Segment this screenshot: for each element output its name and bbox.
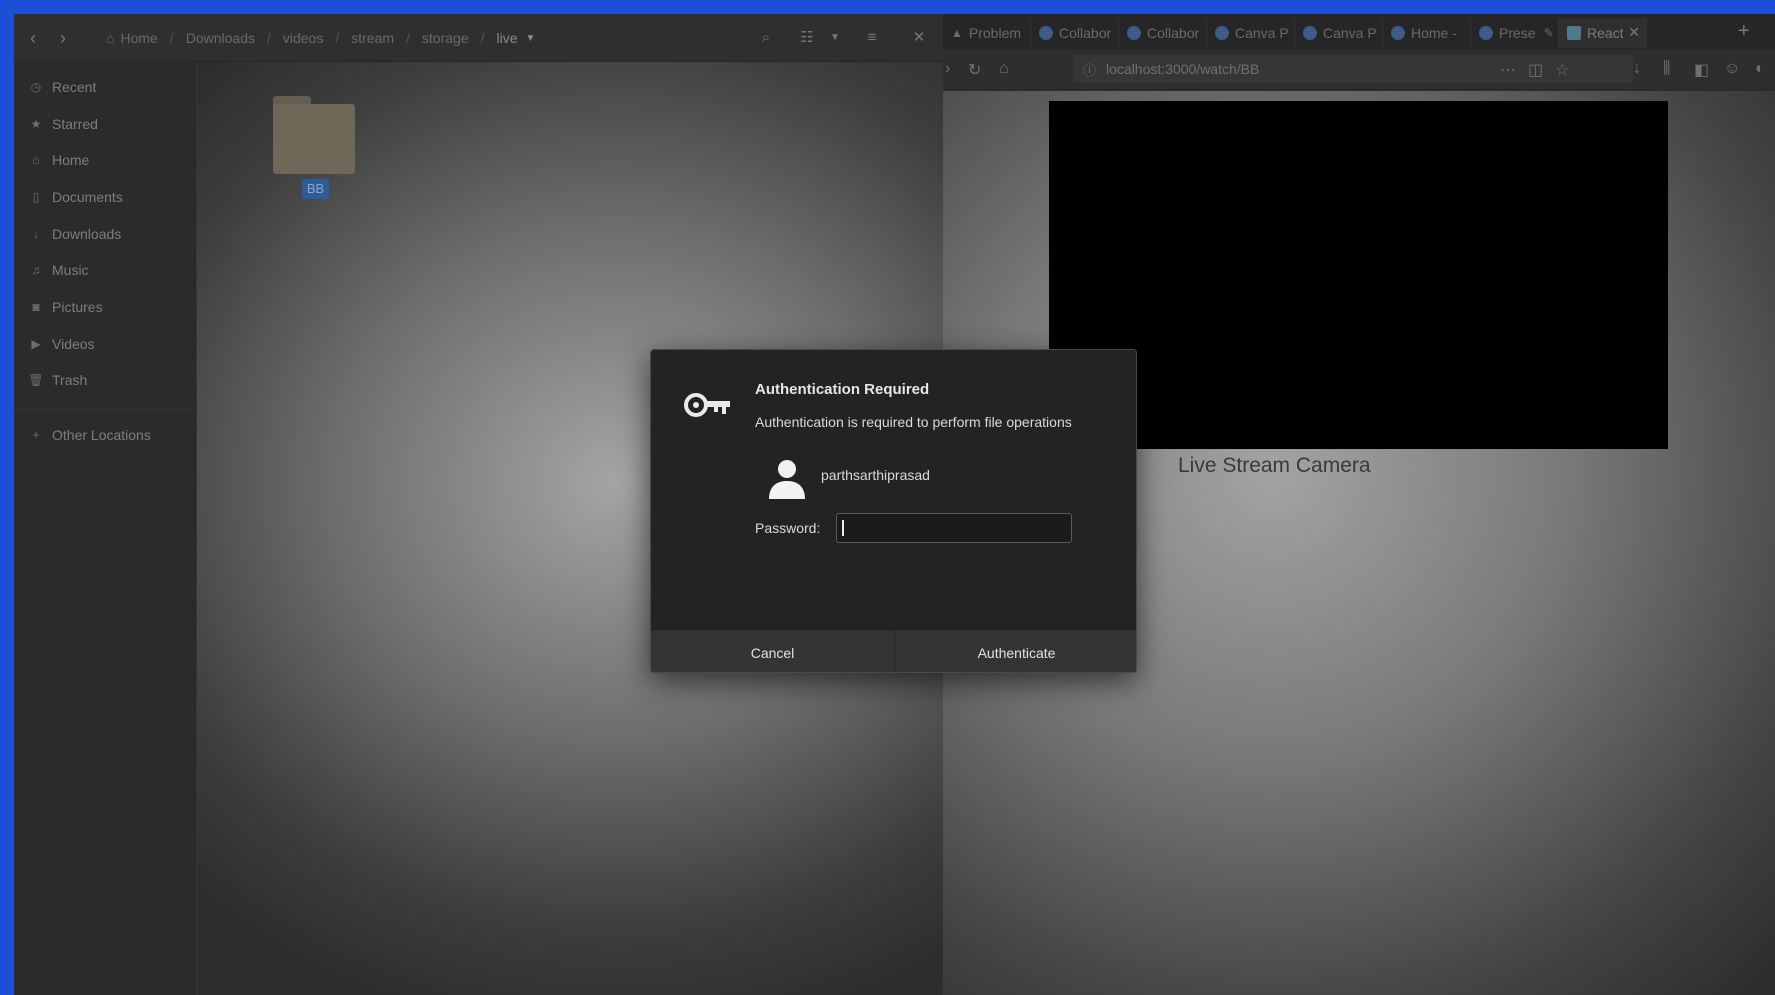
sidebar-item-pictures[interactable]: ◙ Pictures <box>14 292 196 322</box>
tab-collaboration-1[interactable]: Collabor <box>1031 18 1119 48</box>
password-label: Password: <box>755 520 821 536</box>
close-icon[interactable]: ✕ <box>906 26 932 50</box>
key-icon <box>684 393 730 417</box>
music-icon: ♫ <box>31 263 41 277</box>
breadcrumb-separator: / <box>266 30 271 46</box>
react-favicon-icon <box>1567 26 1581 40</box>
tab-strip: ▲ Problem Collabor Collabor Canva P Canv… <box>943 14 1775 50</box>
user-icon <box>769 460 805 499</box>
site-favicon-icon <box>1039 26 1053 40</box>
breadcrumb: ⌂ Home / Downloads / videos / stream / s… <box>106 27 535 49</box>
clock-icon: ◷ <box>30 80 42 94</box>
breadcrumb-stream[interactable]: stream <box>351 30 394 46</box>
breadcrumb-downloads[interactable]: Downloads <box>186 30 255 46</box>
breadcrumb-separator: / <box>480 30 485 46</box>
browser-toolbar: › ↻ ⌂ ⓘ localhost:3000/watch/BB ⋯ ◫ ☆ ↓ … <box>943 50 1775 90</box>
site-favicon-icon <box>1303 26 1317 40</box>
sidebar-item-home[interactable]: ⌂ Home <box>14 145 196 175</box>
tab-react-active[interactable]: React ✕ <box>1559 18 1647 48</box>
menu-icon[interactable]: ≡ <box>859 26 885 50</box>
password-input[interactable] <box>836 513 1072 543</box>
tab-home[interactable]: Home - <box>1383 18 1471 48</box>
video-player[interactable] <box>1049 101 1668 449</box>
dialog-title: Authentication Required <box>755 381 930 398</box>
sidebar-item-documents[interactable]: ▯ Documents <box>14 182 196 212</box>
url-text: localhost:3000/watch/BB <box>1106 61 1260 77</box>
folder-label[interactable]: BB <box>302 179 329 199</box>
extension-icon[interactable]: ◐ <box>1755 60 1765 78</box>
library-icon[interactable]: ⫼ <box>1663 60 1670 78</box>
chevron-down-icon: ▼ <box>525 32 536 44</box>
breadcrumb-separator: / <box>169 30 174 46</box>
sidebar-item-videos[interactable]: ▶ Videos <box>14 329 196 359</box>
tab-problem[interactable]: ▲ Problem <box>943 18 1031 48</box>
breadcrumb-separator: / <box>406 30 410 46</box>
dialog-button-row: Cancel Authenticate <box>651 630 1136 672</box>
dialog-message: Authentication is required to perform fi… <box>755 414 1072 430</box>
folder-body <box>273 104 355 174</box>
tab-canva-2[interactable]: Canva P <box>1295 18 1383 48</box>
search-icon[interactable]: ⌕ <box>753 26 779 50</box>
mute-icon[interactable]: ✎ <box>1544 26 1554 40</box>
new-tab-icon[interactable]: + <box>1738 20 1750 43</box>
plus-icon: + <box>32 428 40 442</box>
authenticate-button[interactable]: Authenticate <box>894 631 1136 672</box>
sidebar-item-trash[interactable]: 🗑 Trash <box>14 365 196 395</box>
sidebar-item-music[interactable]: ♫ Music <box>14 255 196 285</box>
sidebar-item-other-locations[interactable]: + Other Locations <box>14 420 196 450</box>
tab-presentation[interactable]: Prese ✎ <box>1471 18 1559 48</box>
text-cursor <box>842 520 844 536</box>
tab-canva-1[interactable]: Canva P <box>1207 18 1295 48</box>
forward-icon[interactable]: › <box>48 24 78 52</box>
account-icon[interactable]: ☺ <box>1724 60 1740 78</box>
sidebar-item-starred[interactable]: ★ Starred <box>14 109 196 139</box>
document-icon: ▯ <box>32 190 40 204</box>
chevron-down-icon[interactable]: ▼ <box>822 26 848 50</box>
sidebar: ◷ Recent ★ Starred ⌂ Home ▯ Documents ↓ … <box>14 62 196 995</box>
sidebar-divider <box>14 409 196 410</box>
video-icon: ▶ <box>31 337 41 351</box>
site-favicon-icon <box>1479 26 1493 40</box>
trash-icon: 🗑 <box>28 373 44 387</box>
desktop-edge <box>0 0 14 995</box>
tab-collaboration-2[interactable]: Collabor <box>1119 18 1207 48</box>
view-list-icon[interactable]: ☷ <box>794 26 820 50</box>
bookmark-star-icon[interactable]: ☆ <box>1555 60 1569 80</box>
sidebar-item-downloads[interactable]: ↓ Downloads <box>14 219 196 249</box>
download-icon: ↓ <box>33 227 39 241</box>
forward-icon[interactable]: › <box>945 60 950 78</box>
page-heading: Live Stream Camera <box>1178 454 1371 477</box>
address-bar[interactable]: ⓘ localhost:3000/watch/BB <box>1073 55 1633 83</box>
home-icon: ⌂ <box>32 153 40 167</box>
site-favicon-icon <box>1215 26 1229 40</box>
breadcrumb-home[interactable]: ⌂ Home <box>106 30 158 46</box>
user-name: parthsarthiprasad <box>821 467 930 483</box>
breadcrumb-separator: / <box>335 30 340 46</box>
breadcrumb-storage[interactable]: storage <box>422 30 469 46</box>
reload-icon[interactable]: ↻ <box>968 60 981 80</box>
folder-icon[interactable] <box>273 96 355 174</box>
breadcrumb-videos[interactable]: videos <box>283 30 323 46</box>
site-favicon-icon <box>1391 26 1405 40</box>
desktop-top-bar <box>0 0 1775 14</box>
pocket-icon[interactable]: ◫ <box>1528 60 1543 80</box>
sidebar-item-recent[interactable]: ◷ Recent <box>14 72 196 102</box>
download-icon[interactable]: ↓ <box>1633 60 1641 78</box>
cancel-button[interactable]: Cancel <box>651 631 894 672</box>
more-icon[interactable]: ⋯ <box>1500 60 1516 80</box>
authentication-dialog: Authentication Required Authentication i… <box>650 349 1137 673</box>
home-icon: ⌂ <box>106 30 115 46</box>
info-icon[interactable]: ⓘ <box>1083 60 1096 79</box>
warning-icon: ▲ <box>951 26 963 40</box>
back-icon[interactable]: ‹ <box>18 24 48 52</box>
close-tab-icon[interactable]: ✕ <box>1628 24 1640 41</box>
home-icon[interactable]: ⌂ <box>999 60 1009 78</box>
site-favicon-icon <box>1127 26 1141 40</box>
file-manager-header: ‹ › ⌂ Home / Downloads / videos / stream… <box>14 14 943 62</box>
star-icon: ★ <box>30 117 42 131</box>
sidebar-toggle-icon[interactable]: ◧ <box>1694 60 1709 80</box>
camera-icon: ◙ <box>32 300 40 314</box>
breadcrumb-live[interactable]: live ▼ <box>497 30 536 46</box>
